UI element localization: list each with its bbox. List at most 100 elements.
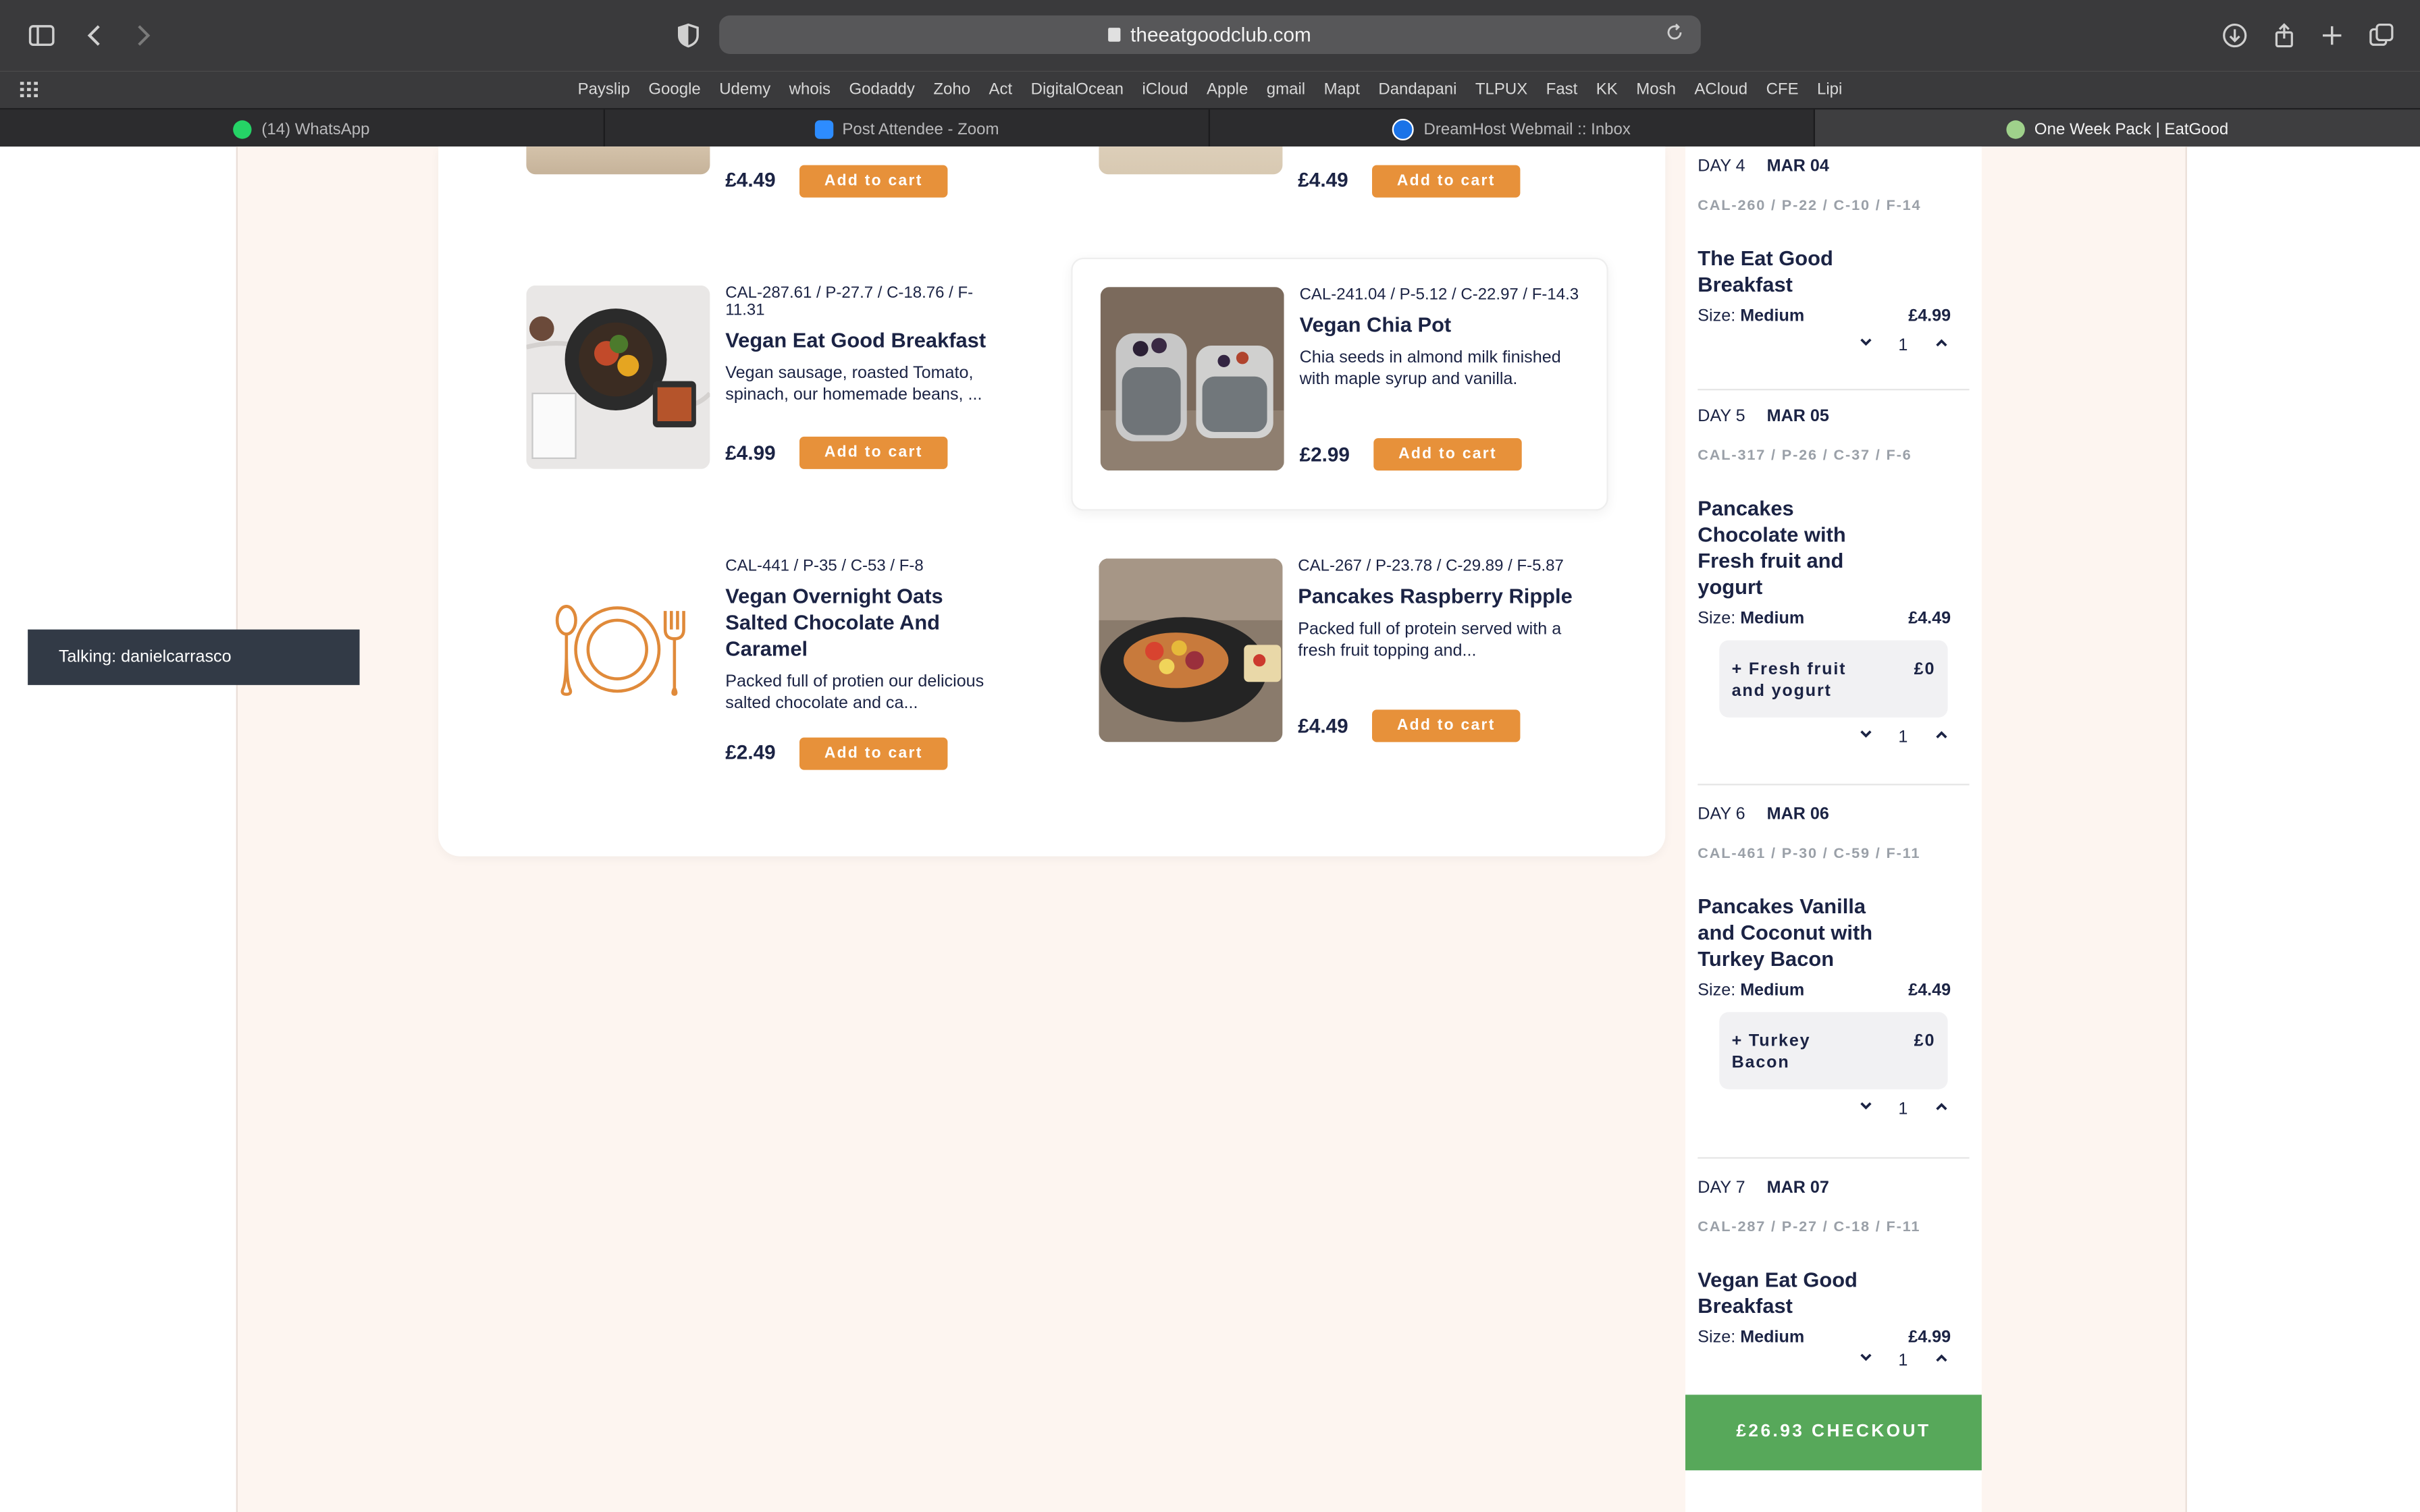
product-description: Chia seeds in almond milk finished with … xyxy=(1299,348,1561,389)
checkout-button[interactable]: £26.93 CHECKOUT xyxy=(1685,1395,1982,1471)
quantity-value: 1 xyxy=(1898,1351,1908,1370)
quantity-stepper: 1 xyxy=(1698,727,1969,755)
decrease-qty-icon[interactable] xyxy=(1858,1350,1874,1370)
tab-zoom[interactable]: Post Attendee - Zoom xyxy=(605,109,1211,148)
add-to-cart-button[interactable]: Add to cart xyxy=(799,737,948,770)
day-price: £4.49 xyxy=(1908,609,1951,628)
product-card: CAL-267 / P-23.78 / C-29.89 / F-5.87 Pan… xyxy=(1099,558,1623,774)
day-size: Size: Medium £4.49 xyxy=(1698,981,1951,1000)
add-to-cart-button[interactable]: Add to cart xyxy=(799,436,948,469)
tab-whatsapp[interactable]: (14) WhatsApp xyxy=(0,109,606,148)
product-info: CAL-441 / P-35 / C-53 / F-8 Vegan Overni… xyxy=(725,558,1011,714)
downloads-icon[interactable] xyxy=(2216,17,2253,54)
bookmarks-list: Payslip Google Udemy whois Godaddy Zoho Act Dig… xyxy=(0,80,2420,99)
bookmark-item[interactable]: DigitalOcean xyxy=(1031,80,1124,99)
eatgood-icon xyxy=(2006,119,2026,138)
quantity-stepper: 1 xyxy=(1698,1098,1969,1126)
product-name[interactable]: Vegan Chia Pot xyxy=(1300,312,1585,338)
order-sidebar: DAY 4 MAR 04 CAL-260 / P-22 / C-10 / F-14… xyxy=(1685,146,1982,1512)
back-icon[interactable] xyxy=(77,17,114,54)
decrease-qty-icon[interactable] xyxy=(1858,1098,1874,1118)
day-meal-name: Pancakes Vanilla and Coconut with Turkey… xyxy=(1698,894,1873,971)
day-size: Size: Medium £4.99 xyxy=(1698,306,1951,326)
decrease-qty-icon[interactable] xyxy=(1858,335,1874,355)
forward-icon[interactable] xyxy=(124,17,161,54)
bookmark-item[interactable]: KK xyxy=(1596,80,1618,99)
increase-qty-icon[interactable] xyxy=(1934,1350,1949,1370)
add-to-cart-button[interactable]: Add to cart xyxy=(1372,709,1521,742)
bookmark-item[interactable]: TLPUX xyxy=(1475,80,1527,99)
quantity-value: 1 xyxy=(1898,336,1908,355)
product-image xyxy=(1099,558,1283,742)
increase-qty-icon[interactable] xyxy=(1934,335,1949,355)
day-macros: CAL-287 / P-27 / C-18 / F-11 xyxy=(1698,1218,1921,1236)
product-description: Vegan sausage, roasted Tomato, spinach, … xyxy=(725,364,982,404)
increase-qty-icon[interactable] xyxy=(1934,1098,1949,1118)
product-macros: CAL-241.04 / P-5.12 / C-22.97 / F-14.3 xyxy=(1299,285,1579,304)
bookmark-item[interactable]: Godaddy xyxy=(849,80,915,99)
bookmark-item[interactable]: Zoho xyxy=(933,80,970,99)
product-macros: CAL-267 / P-23.78 / C-29.89 / F-5.87 xyxy=(1298,557,1564,576)
product-price: £4.49 xyxy=(1298,714,1348,738)
bookmark-item[interactable]: Lipi xyxy=(1817,80,1842,99)
bookmark-item[interactable]: Google xyxy=(648,80,700,99)
bookmark-item[interactable]: ACloud xyxy=(1694,80,1747,99)
quantity-stepper: 1 xyxy=(1698,335,1969,362)
product-price: £2.49 xyxy=(725,740,776,764)
url-text: theeatgoodclub.com xyxy=(1130,23,1311,47)
address-bar[interactable]: theeatgoodclub.com xyxy=(719,15,1701,54)
tab-eatgood[interactable]: One Week Pack | EatGood xyxy=(1815,109,2420,148)
product-price: £4.49 xyxy=(725,168,776,192)
share-icon[interactable] xyxy=(2265,17,2303,54)
quantity-value: 1 xyxy=(1898,1100,1908,1119)
day-meal-name: The Eat Good Breakfast xyxy=(1698,246,1833,296)
zoom-talking-indicator: Talking: danielcarrasco xyxy=(28,629,360,685)
bookmark-item[interactable]: whois xyxy=(789,80,831,99)
zoom-icon xyxy=(814,119,833,138)
decrease-qty-icon[interactable] xyxy=(1858,727,1874,747)
product-card: £4.49 Add to cart xyxy=(526,146,1051,301)
increase-qty-icon[interactable] xyxy=(1934,727,1949,747)
add-to-cart-button[interactable]: Add to cart xyxy=(1372,165,1521,198)
divider xyxy=(1698,784,1970,786)
bookmark-item[interactable]: Mapt xyxy=(1324,80,1360,99)
bookmark-item[interactable]: Payslip xyxy=(578,80,630,99)
day-item: DAY 4 MAR 04 CAL-260 / P-22 / C-10 / F-14… xyxy=(1698,157,1969,362)
quantity-stepper: 1 xyxy=(1698,1350,1969,1378)
day-macros: CAL-461 / P-30 / C-59 / F-11 xyxy=(1698,845,1921,863)
bookmark-item[interactable]: CFE xyxy=(1766,80,1799,99)
product-name[interactable]: Vegan Overnight Oats Salted Chocolate An… xyxy=(725,583,1011,662)
day-price: £4.49 xyxy=(1908,981,1951,1000)
product-description: Packed full of protein served with a fre… xyxy=(1298,620,1562,661)
bookmark-item[interactable]: Act xyxy=(989,80,1013,99)
add-to-cart-button[interactable]: Add to cart xyxy=(1373,438,1522,471)
day-heading: DAY 7 MAR 07 xyxy=(1698,1179,1829,1197)
product-image xyxy=(526,285,710,469)
day-price: £4.99 xyxy=(1908,306,1951,326)
privacy-shield-icon[interactable] xyxy=(670,17,707,54)
reload-icon[interactable] xyxy=(1664,22,1689,47)
product-price: £4.49 xyxy=(1298,168,1348,192)
bookmark-item[interactable]: iCloud xyxy=(1142,80,1188,99)
bookmark-item[interactable]: gmail xyxy=(1267,80,1305,99)
meal-extra: + Turkey Bacon £0 xyxy=(1719,1012,1948,1089)
product-info: CAL-241.04 / P-5.12 / C-22.97 / F-14.3 V… xyxy=(1299,285,1585,390)
day-item: DAY 6 MAR 06 CAL-461 / P-30 / C-59 / F-11… xyxy=(1698,805,1969,1126)
bookmark-item[interactable]: Mosh xyxy=(1636,80,1676,99)
product-card: CAL-441 / P-35 / C-53 / F-8 Vegan Overni… xyxy=(526,558,1051,790)
product-name[interactable]: Vegan Eat Good Breakfast xyxy=(725,327,1011,354)
product-card-highlighted: CAL-241.04 / P-5.12 / C-22.97 / F-14.3 V… xyxy=(1071,257,1608,511)
new-tab-icon[interactable] xyxy=(2313,17,2350,54)
day-heading: DAY 6 MAR 06 xyxy=(1698,805,1829,824)
tab-overview-icon[interactable] xyxy=(2363,17,2400,54)
bookmark-item[interactable]: Fast xyxy=(1546,80,1578,99)
product-name[interactable]: Pancakes Raspberry Ripple xyxy=(1298,583,1583,610)
bookmark-item[interactable]: Udemy xyxy=(719,80,770,99)
product-macros: CAL-441 / P-35 / C-53 / F-8 xyxy=(725,557,924,576)
tab-dreamhost[interactable]: DreamHost Webmail :: Inbox xyxy=(1210,109,1815,148)
day-meal-name: Vegan Eat Good Breakfast xyxy=(1698,1268,1858,1318)
add-to-cart-button[interactable]: Add to cart xyxy=(799,165,948,198)
bookmark-item[interactable]: Apple xyxy=(1207,80,1248,99)
bookmark-item[interactable]: Dandapani xyxy=(1378,80,1456,99)
sidebar-toggle-icon[interactable] xyxy=(23,17,60,54)
